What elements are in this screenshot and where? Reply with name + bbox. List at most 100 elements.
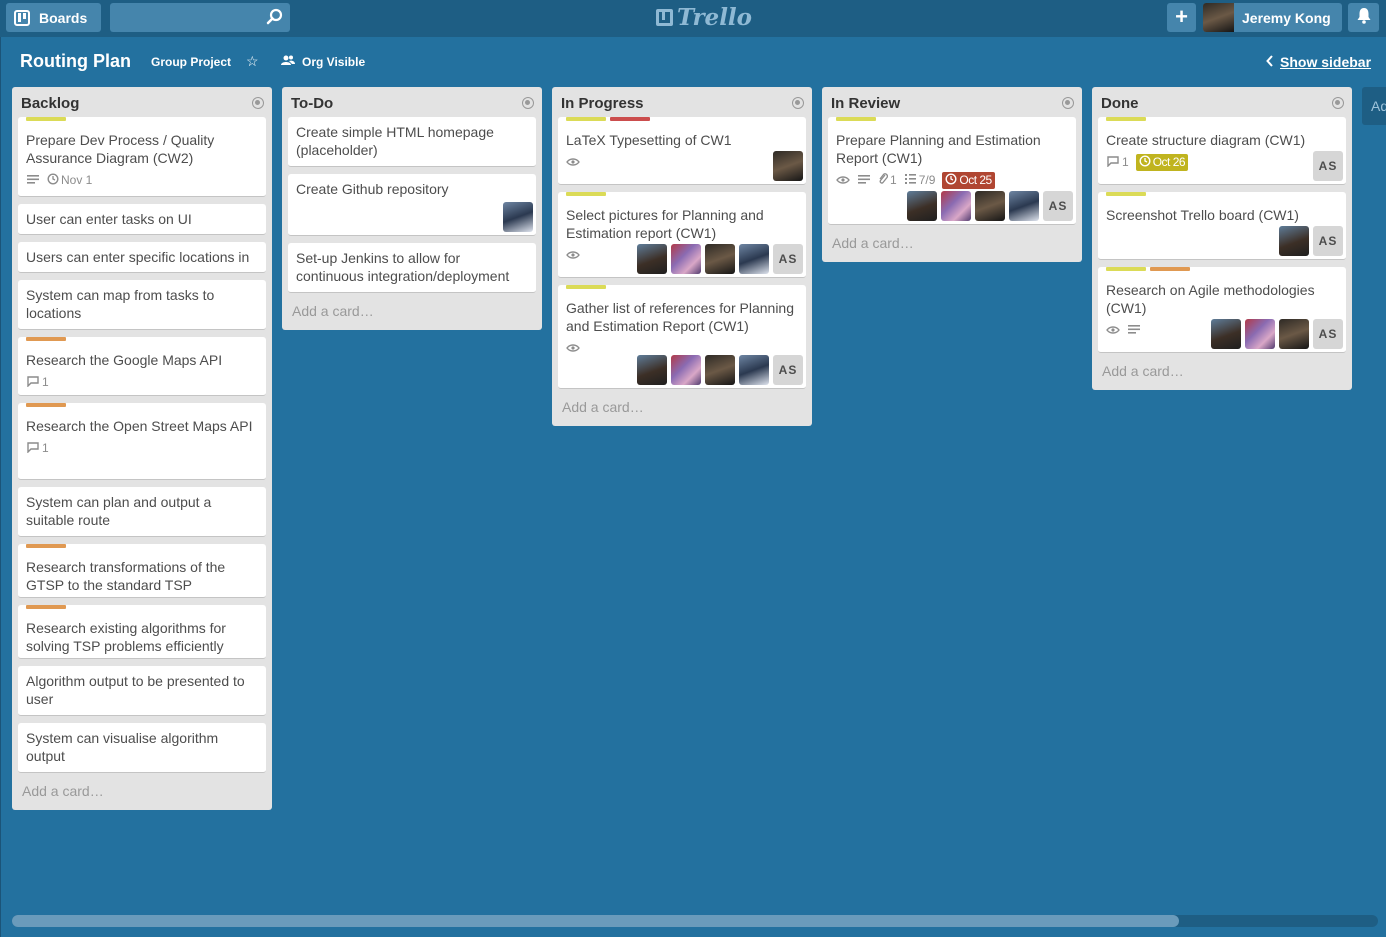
list-backlog[interactable]: Backlog Prepare Dev Process / Quality Ass… xyxy=(12,87,272,810)
list-done[interactable]: Done Create structure diagram (CW1) 1 Oct 2… xyxy=(1092,87,1352,390)
card-members: AS xyxy=(637,244,803,274)
card[interactable]: System can map from tasks to locations xyxy=(18,280,266,330)
list-menu-icon[interactable] xyxy=(252,97,264,109)
member-avatar[interactable] xyxy=(1245,319,1275,349)
watch-icon xyxy=(566,343,580,353)
member-avatar[interactable] xyxy=(739,355,769,385)
card[interactable]: System can plan and output a suitable ro… xyxy=(18,487,266,537)
org-visible-icon xyxy=(281,55,295,69)
card-title: Create simple HTML homepage (placeholder… xyxy=(296,124,494,158)
visibility-button[interactable]: Org Visible xyxy=(281,55,365,69)
list-title[interactable]: To-Do xyxy=(291,95,333,112)
member-avatar[interactable] xyxy=(1009,191,1039,221)
member-avatar[interactable] xyxy=(1279,226,1309,256)
card[interactable]: Research the Google Maps API 1 xyxy=(18,337,266,396)
horizontal-scrollbar[interactable] xyxy=(12,915,1378,927)
member-avatar[interactable]: AS xyxy=(1313,319,1343,349)
member-avatar[interactable] xyxy=(503,202,533,232)
add-card-link[interactable]: Add a card… xyxy=(552,396,812,426)
card-title: System can visualise algorithm output xyxy=(26,730,219,764)
card[interactable]: Select pictures for Planning and Estimat… xyxy=(558,192,806,278)
checklist-count: 7/9 xyxy=(918,173,936,187)
member-avatar[interactable] xyxy=(637,244,667,274)
add-card-link[interactable]: Add a card… xyxy=(282,300,542,330)
card[interactable]: User can enter tasks on UI xyxy=(18,204,266,235)
add-list-peek[interactable]: Ad xyxy=(1362,87,1386,125)
card[interactable]: Gather list of references for Planning a… xyxy=(558,285,806,389)
add-card-link[interactable]: Add a card… xyxy=(12,780,272,810)
list-menu-icon[interactable] xyxy=(522,97,534,109)
trello-logo[interactable]: Trello xyxy=(656,4,752,31)
card[interactable]: Algorithm output to be presented to user xyxy=(18,666,266,716)
watch-icon xyxy=(1106,325,1120,335)
member-avatar[interactable]: AS xyxy=(773,244,803,274)
list-title[interactable]: In Progress xyxy=(561,95,644,112)
list-in-progress[interactable]: In Progress LaTeX Typesetting of CW1 Selec… xyxy=(552,87,812,426)
card-title: System can plan and output a suitable ro… xyxy=(26,494,212,528)
scrollbar-thumb[interactable] xyxy=(12,915,1179,927)
member-menu-button[interactable]: Jeremy Kong xyxy=(1203,3,1342,32)
add-card-link[interactable]: Add a card… xyxy=(1092,360,1352,390)
notifications-button[interactable] xyxy=(1348,3,1379,32)
card[interactable]: Screenshot Trello board (CW1) AS xyxy=(1098,192,1346,260)
search-input[interactable] xyxy=(110,3,290,32)
member-avatar[interactable] xyxy=(637,355,667,385)
card[interactable]: Prepare Planning and Estimation Report (… xyxy=(828,117,1076,225)
star-icon[interactable]: ☆ xyxy=(246,53,259,70)
list-title[interactable]: Done xyxy=(1101,95,1139,112)
card[interactable]: Set-up Jenkins to allow for continuous i… xyxy=(288,243,536,293)
boards-button[interactable]: Boards xyxy=(6,3,101,32)
plus-icon: + xyxy=(1175,4,1188,29)
show-sidebar-link[interactable]: Show sidebar xyxy=(1266,54,1371,70)
member-avatar[interactable] xyxy=(1279,319,1309,349)
card[interactable]: Create structure diagram (CW1) 1 Oct 26 AS xyxy=(1098,117,1346,185)
member-avatar[interactable] xyxy=(705,244,735,274)
list-menu-icon[interactable] xyxy=(1062,97,1074,109)
card-title: Research existing algorithms for solving… xyxy=(26,620,226,654)
search-icon[interactable] xyxy=(266,8,284,31)
member-avatar[interactable]: AS xyxy=(1313,226,1343,256)
member-avatar[interactable] xyxy=(1211,319,1241,349)
left-edge xyxy=(0,37,1,937)
due-date-badge: Nov 1 xyxy=(47,172,92,188)
card-title: Prepare Planning and Estimation Report (… xyxy=(836,132,1041,166)
card[interactable]: System can visualise algorithm output xyxy=(18,723,266,773)
card-title: LaTeX Typesetting of CW1 xyxy=(566,132,732,148)
board-title[interactable]: Routing Plan xyxy=(20,51,131,72)
card-title: Algorithm output to be presented to user xyxy=(26,673,245,707)
list-menu-icon[interactable] xyxy=(1332,97,1344,109)
card-title: Users can enter specific locations in xyxy=(26,249,250,265)
member-avatar[interactable] xyxy=(907,191,937,221)
member-avatar[interactable] xyxy=(975,191,1005,221)
member-avatar[interactable] xyxy=(773,151,803,181)
member-avatar[interactable]: AS xyxy=(1313,151,1343,181)
member-avatar[interactable]: AS xyxy=(1043,191,1073,221)
list-title[interactable]: Backlog xyxy=(21,95,79,112)
card[interactable]: Research on Agile methodologies (CW1) AS xyxy=(1098,267,1346,353)
card[interactable]: Users can enter specific locations in xyxy=(18,242,266,273)
member-avatar[interactable] xyxy=(739,244,769,274)
member-avatar[interactable] xyxy=(671,244,701,274)
comments-badge: 1 xyxy=(26,375,49,390)
card[interactable]: LaTeX Typesetting of CW1 xyxy=(558,117,806,185)
list-in-review[interactable]: In Review Prepare Planning and Estimation… xyxy=(822,87,1082,262)
list-to-do[interactable]: To-Do Create simple HTML homepage (placeh… xyxy=(282,87,542,330)
card[interactable]: Research existing algorithms for solving… xyxy=(18,605,266,659)
card-title: Create structure diagram (CW1) xyxy=(1106,132,1306,148)
label-orange xyxy=(1150,267,1190,271)
board-org-link[interactable]: Group Project xyxy=(151,55,231,69)
list-title[interactable]: In Review xyxy=(831,95,900,112)
add-card-link[interactable]: Add a card… xyxy=(822,232,1082,262)
card[interactable]: Research the Open Street Maps API 1 xyxy=(18,403,266,480)
member-avatar[interactable]: AS xyxy=(773,355,803,385)
member-avatar[interactable] xyxy=(705,355,735,385)
member-avatar[interactable] xyxy=(941,191,971,221)
list-menu-icon[interactable] xyxy=(792,97,804,109)
card[interactable]: Research transformations of the GTSP to … xyxy=(18,544,266,598)
card[interactable]: Create simple HTML homepage (placeholder… xyxy=(288,117,536,167)
card[interactable]: Prepare Dev Process / Quality Assurance … xyxy=(18,117,266,197)
add-button[interactable]: + xyxy=(1167,3,1196,32)
member-avatar[interactable] xyxy=(671,355,701,385)
comment-count: 1 xyxy=(42,441,49,455)
card[interactable]: Create Github repository xyxy=(288,174,536,236)
